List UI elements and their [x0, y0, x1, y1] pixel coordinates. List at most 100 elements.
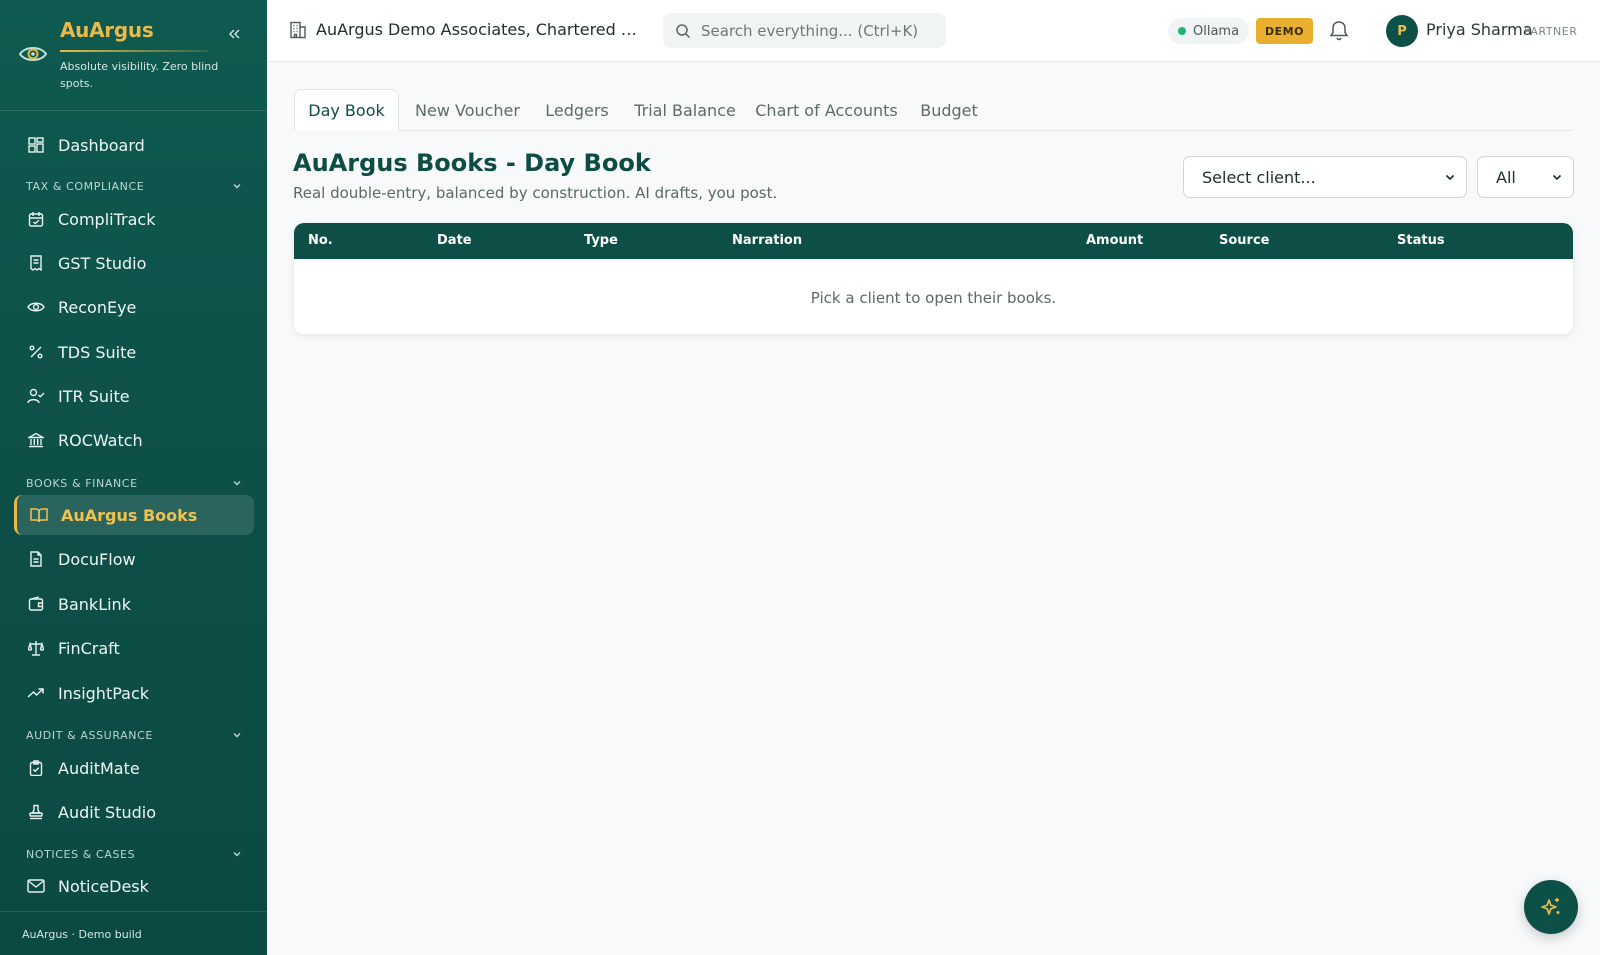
section-title: NOTICES & CASES	[26, 847, 136, 861]
chevron-down-icon	[233, 481, 241, 486]
column-no[interactable]: No.	[308, 233, 333, 248]
chevron-down-icon	[233, 852, 241, 857]
stamp-icon	[27, 803, 45, 821]
sidebar-item-noticedesk[interactable]: NoticeDesk	[14, 866, 254, 906]
sidebar-item-tds-suite[interactable]: TDS Suite	[14, 332, 254, 372]
book-open-icon	[30, 506, 48, 524]
section-title: TAX & COMPLIANCE	[26, 179, 145, 193]
ai-status-label: Ollama	[1193, 23, 1240, 39]
eye-icon	[27, 298, 45, 316]
sidebar-item-label: AuArgus Books	[61, 505, 198, 525]
sidebar-item-label: Dashboard	[58, 135, 145, 155]
column-date[interactable]: Date	[437, 233, 472, 248]
sidebar-item-label: GST Studio	[58, 253, 147, 273]
ai-status-pill[interactable]: Ollama	[1168, 18, 1250, 44]
chevron-down-icon	[1552, 174, 1562, 181]
section-title: BOOKS & FINANCE	[26, 476, 138, 490]
sidebar: AuArgus Absolute visibility. Zero blind …	[0, 0, 267, 955]
brand-underline	[60, 50, 208, 52]
column-narration[interactable]: Narration	[732, 233, 802, 248]
sidebar-item-dashboard[interactable]: Dashboard	[14, 125, 254, 165]
sidebar-item-label: InsightPack	[58, 683, 150, 703]
sidebar-item-label: ReconEye	[58, 297, 137, 317]
page-subtitle: Real double-entry, balanced by construct…	[293, 184, 778, 202]
sidebar-item-auargus-books[interactable]: AuArgus Books	[14, 495, 254, 535]
sidebar-item-label: ROCWatch	[58, 430, 143, 450]
scale-icon	[27, 639, 45, 657]
sidebar-item-rocwatch[interactable]: ROCWatch	[14, 420, 254, 460]
tab-ledgers[interactable]: Ledgers	[539, 89, 615, 131]
sidebar-item-reconeye[interactable]: ReconEye	[14, 287, 254, 327]
tab-chart-of-accounts[interactable]: Chart of Accounts	[754, 89, 899, 131]
percent-icon	[27, 343, 45, 361]
voucher-type-select[interactable]: All	[1477, 156, 1574, 198]
section-audit-assurance[interactable]: AUDIT & ASSURANCE	[26, 726, 242, 744]
tab-trial-balance[interactable]: Trial Balance	[626, 89, 744, 131]
column-type[interactable]: Type	[584, 233, 618, 248]
demo-badge: DEMO	[1256, 18, 1313, 44]
books-tabs: Day Book New Voucher Ledgers Trial Balan…	[294, 89, 1573, 131]
collapse-sidebar-button[interactable]	[224, 24, 244, 44]
table-header: No. Date Type Narration Amount Source St…	[294, 223, 1573, 259]
search-icon	[676, 23, 691, 38]
day-book-table: No. Date Type Narration Amount Source St…	[294, 223, 1573, 334]
brand-tagline: Absolute visibility. Zero blind spots.	[60, 60, 219, 90]
client-select-value: Select client...	[1202, 167, 1316, 187]
document-icon	[27, 550, 45, 568]
sidebar-item-docuflow[interactable]: DocuFlow	[14, 539, 254, 579]
dashboard-icon	[27, 136, 45, 154]
sidebar-item-gst-studio[interactable]: GST Studio	[14, 243, 254, 283]
sidebar-item-banklink[interactable]: BankLink	[14, 584, 254, 624]
sidebar-item-label: FinCraft	[58, 638, 120, 658]
tab-day-book[interactable]: Day Book	[294, 89, 399, 131]
sidebar-item-insightpack[interactable]: InsightPack	[14, 673, 254, 713]
sidebar-item-label: TDS Suite	[58, 342, 137, 362]
page-title: AuArgus Books - Day Book	[293, 149, 651, 177]
column-amount[interactable]: Amount	[1086, 233, 1143, 248]
building-icon	[290, 21, 306, 39]
ai-assistant-button[interactable]	[1524, 880, 1578, 934]
clipboard-check-icon	[27, 759, 45, 777]
tab-budget[interactable]: Budget	[909, 89, 989, 131]
sidebar-footer: AuArgus · Demo build	[0, 911, 267, 955]
sidebar-item-auditmate[interactable]: AuditMate	[14, 748, 254, 788]
empty-state-message: Pick a client to open their books.	[810, 289, 1057, 307]
sidebar-item-fincraft[interactable]: FinCraft	[14, 628, 254, 668]
sidebar-item-audit-studio[interactable]: Audit Studio	[14, 792, 254, 832]
receipt-icon	[27, 254, 45, 272]
chevron-down-icon	[233, 733, 241, 738]
user-role: PARTNER	[1524, 25, 1578, 38]
client-select[interactable]: Select client...	[1183, 156, 1467, 198]
sidebar-item-label: DocuFlow	[58, 549, 136, 569]
mail-icon	[27, 877, 45, 895]
search-placeholder: Search everything... (Ctrl+K)	[701, 21, 919, 40]
bank-building-icon	[27, 431, 45, 449]
wallet-icon	[27, 595, 45, 613]
tab-new-voucher[interactable]: New Voucher	[405, 89, 530, 131]
section-notices-cases[interactable]: NOTICES & CASES	[26, 845, 242, 863]
brand-header: AuArgus Absolute visibility. Zero blind …	[0, 0, 267, 111]
trending-up-icon	[27, 684, 45, 702]
calendar-check-icon	[27, 210, 45, 228]
column-status[interactable]: Status	[1397, 233, 1445, 248]
sidebar-item-label: Audit Studio	[58, 802, 157, 822]
chevron-down-icon	[1445, 174, 1455, 181]
section-tax-compliance[interactable]: TAX & COMPLIANCE	[26, 177, 242, 195]
bell-icon[interactable]	[1327, 18, 1351, 42]
organization-name[interactable]: AuArgus Demo Associates, Chartered Accou…	[316, 20, 646, 39]
sidebar-item-itr-suite[interactable]: ITR Suite	[14, 376, 254, 416]
chevron-down-icon	[233, 184, 241, 189]
section-books-finance[interactable]: BOOKS & FINANCE	[26, 474, 242, 492]
global-search[interactable]: Search everything... (Ctrl+K)	[663, 13, 946, 48]
topbar: AuArgus Demo Associates, Chartered Accou…	[267, 0, 1600, 62]
user-name[interactable]: Priya Sharma	[1426, 20, 1533, 39]
sidebar-item-complitrack[interactable]: CompliTrack	[14, 199, 254, 239]
sidebar-item-label: ITR Suite	[58, 386, 130, 406]
avatar[interactable]: P	[1386, 15, 1418, 47]
column-source[interactable]: Source	[1219, 233, 1269, 248]
brand-name: AuArgus	[60, 18, 154, 42]
chevrons-left-icon	[228, 29, 240, 39]
sidebar-item-label: BankLink	[58, 594, 131, 614]
user-check-icon	[27, 387, 45, 405]
sidebar-item-label: CompliTrack	[58, 209, 156, 229]
